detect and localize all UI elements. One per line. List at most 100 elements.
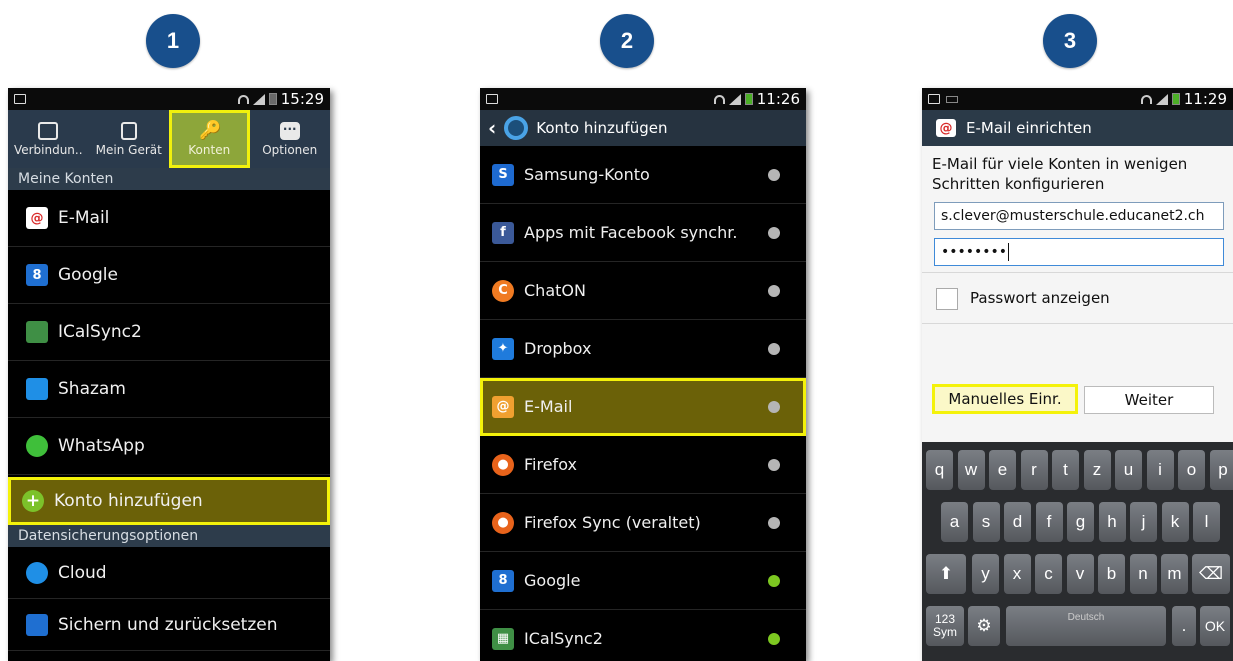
google-icon: 8: [492, 569, 514, 592]
image-notification-icon: [928, 94, 940, 104]
section-my-accounts: Meine Konten: [8, 168, 330, 190]
account-row[interactable]: WhatsApp: [8, 418, 330, 475]
account-type-row[interactable]: 8 Google: [480, 552, 806, 610]
wifi-icon: [237, 94, 249, 104]
account-type-label: Firefox: [524, 455, 577, 474]
cloud-icon: [26, 561, 48, 584]
key-w[interactable]: w: [957, 450, 985, 490]
key-e[interactable]: e: [989, 450, 1016, 490]
account-label: ICalSync2: [58, 322, 142, 342]
battery-icon: [268, 93, 277, 105]
sync-status-dot: [768, 574, 780, 587]
key-z[interactable]: z: [1083, 450, 1111, 490]
account-type-label: ChatON: [524, 281, 586, 300]
key-i[interactable]: i: [1146, 450, 1174, 490]
backspace-key[interactable]: ⌫: [1192, 554, 1230, 594]
section-backup: Datensicherungsoptionen: [8, 525, 330, 547]
key-l[interactable]: l: [1193, 502, 1220, 542]
sym-key[interactable]: 123 Sym: [926, 606, 964, 646]
phone-3-screen: 11:29 @ E-Mail einrichten E-Mail für vie…: [922, 88, 1233, 661]
key-x[interactable]: x: [1003, 554, 1031, 594]
key-v[interactable]: v: [1066, 554, 1094, 594]
dropbox-icon: ✦: [492, 337, 514, 360]
sync-status-dot: [768, 400, 780, 413]
shift-key[interactable]: ⬆: [926, 554, 966, 594]
key-o[interactable]: o: [1178, 450, 1205, 490]
tab-options[interactable]: ··· Optionen: [250, 110, 331, 168]
key-b[interactable]: b: [1098, 554, 1125, 594]
divider: [922, 323, 1233, 324]
key-y[interactable]: y: [972, 554, 999, 594]
tab-my-device[interactable]: Mein Gerät: [89, 110, 170, 168]
keyboard-settings-icon[interactable]: ⚙: [968, 606, 1000, 646]
back-chevron-icon[interactable]: ‹: [488, 116, 496, 140]
email-field[interactable]: s.clever@musterschule.educanet2.ch: [934, 202, 1224, 230]
key-q[interactable]: q: [926, 450, 953, 490]
clock: 11:26: [756, 90, 800, 108]
space-key[interactable]: Deutsch: [1006, 606, 1166, 646]
shazam-icon: [26, 378, 48, 400]
page-title: Konto hinzufügen: [536, 119, 668, 137]
header-bar: @ E-Mail einrichten: [922, 110, 1233, 146]
key-k[interactable]: k: [1161, 502, 1189, 542]
backup-label: Cloud: [58, 562, 107, 583]
step-2-badge: 2: [600, 14, 654, 68]
backup-row[interactable]: Sichern und zurücksetzen: [8, 599, 330, 651]
email-setup-form: E-Mail für viele Konten in wenigen Schri…: [922, 146, 1233, 442]
key-n[interactable]: n: [1129, 554, 1157, 594]
key-g[interactable]: g: [1067, 502, 1094, 542]
account-type-row[interactable]: f Apps mit Facebook synchr.: [480, 204, 806, 262]
sync-status-dot: [768, 458, 780, 471]
account-type-label: Google: [524, 571, 581, 590]
whatsapp-icon: [26, 435, 48, 457]
account-type-row[interactable]: ✦ Dropbox: [480, 320, 806, 378]
add-account-button[interactable]: + Konto hinzufügen: [8, 477, 330, 525]
key-c[interactable]: c: [1035, 554, 1062, 594]
key-j[interactable]: j: [1130, 502, 1157, 542]
key-f[interactable]: f: [1035, 502, 1063, 542]
key-p[interactable]: p: [1209, 450, 1233, 490]
account-type-row[interactable]: @ E-Mail: [480, 378, 806, 436]
key-a[interactable]: a: [941, 502, 968, 542]
key-h[interactable]: h: [1098, 502, 1126, 542]
plus-icon: +: [22, 489, 44, 512]
account-row[interactable]: Shazam: [8, 361, 330, 418]
phone-1-screen: 15:29 Verbindun.. Mein Gerät 🔑 Konten ··…: [8, 88, 330, 661]
tab-connections[interactable]: Verbindun..: [8, 110, 89, 168]
ok-key[interactable]: OK: [1200, 606, 1230, 646]
account-type-label: ICalSync2: [524, 629, 603, 648]
account-type-row[interactable]: ● Firefox: [480, 436, 806, 494]
password-mask: ••••••••: [941, 244, 1008, 260]
account-type-row[interactable]: S Samsung-Konto: [480, 146, 806, 204]
account-type-row[interactable]: C ChatON: [480, 262, 806, 320]
account-row[interactable]: ICalSync2: [8, 304, 330, 361]
sync-status-dot: [768, 516, 780, 529]
firefox-icon: ●: [492, 511, 514, 534]
tab-label: Konten: [188, 142, 231, 157]
key-m[interactable]: m: [1161, 554, 1188, 594]
key-s[interactable]: s: [972, 502, 1000, 542]
period-key[interactable]: .: [1172, 606, 1196, 646]
key-u[interactable]: u: [1115, 450, 1142, 490]
status-bar: 11:26: [480, 88, 806, 110]
options-icon: ···: [279, 121, 300, 140]
account-row[interactable]: 8 Google: [8, 247, 330, 304]
manual-setup-button[interactable]: Manuelles Einr.: [932, 384, 1078, 414]
next-button[interactable]: Weiter: [1084, 386, 1214, 414]
account-row[interactable]: @ E-Mail: [8, 190, 330, 247]
key-d[interactable]: d: [1004, 502, 1031, 542]
tab-accounts[interactable]: 🔑 Konten: [169, 110, 250, 168]
show-password-checkbox[interactable]: [936, 288, 958, 310]
tutorial-canvas: 1 2 3 15:29 Verbindun.. Mein Gerät 🔑 Kon…: [0, 0, 1233, 661]
settings-gear-icon: [504, 116, 529, 140]
account-type-row[interactable]: ▦ ICalSync2: [480, 610, 806, 661]
account-type-row[interactable]: ● Firefox Sync (veraltet): [480, 494, 806, 552]
key-t[interactable]: t: [1052, 450, 1079, 490]
account-type-label: Samsung-Konto: [524, 165, 650, 184]
password-field[interactable]: ••••••••: [934, 238, 1224, 266]
show-password-label: Passwort anzeigen: [970, 289, 1110, 307]
backup-row[interactable]: Cloud: [8, 547, 330, 599]
status-bar: 11:29: [922, 88, 1233, 110]
signal-icon: [252, 93, 265, 105]
key-r[interactable]: r: [1020, 450, 1048, 490]
